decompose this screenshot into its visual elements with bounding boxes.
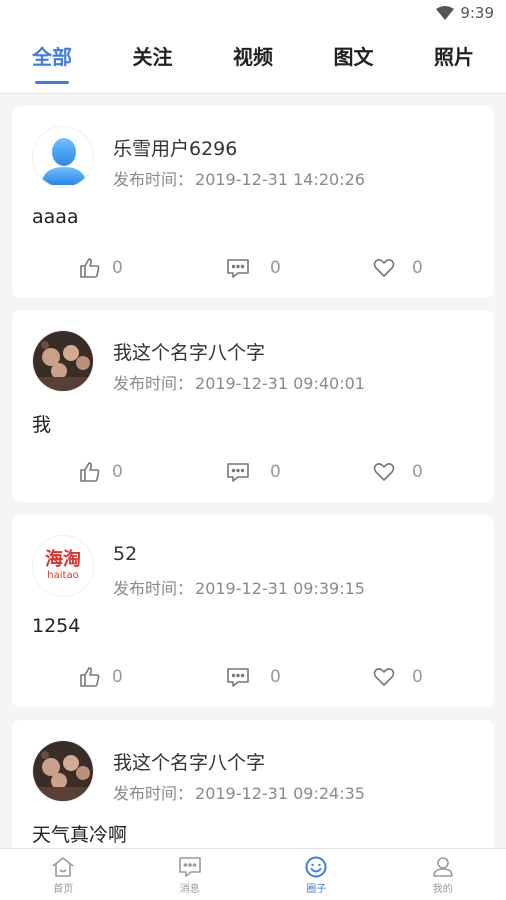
tab-bar: 全部 关注 视频 图文 照片 xyxy=(0,26,506,94)
publish-time-value: 2019-12-31 09:24:35 xyxy=(195,784,365,803)
like-button[interactable]: 0 xyxy=(78,256,123,280)
post-content[interactable]: 我 xyxy=(32,410,51,437)
like-button[interactable]: 0 xyxy=(78,460,123,484)
post-username[interactable]: 我这个名字八个字 xyxy=(113,338,265,365)
favorite-button[interactable]: 0 xyxy=(372,460,423,484)
wifi-icon xyxy=(436,6,455,20)
like-button[interactable]: 0 xyxy=(78,665,123,689)
like-count: 0 xyxy=(112,258,123,278)
nav-home[interactable]: 首页 xyxy=(0,849,127,900)
haitao-logo-avatar[interactable]: 海淘 haitao xyxy=(32,535,94,597)
publish-time-label: 发布时间： xyxy=(113,784,194,803)
post-username[interactable]: 乐雪用户6296 xyxy=(113,134,237,161)
nav-circle[interactable]: 圈子 xyxy=(253,849,380,900)
bottom-nav: 首页 消息 圈子 我的 xyxy=(0,848,506,900)
post-username[interactable]: 我这个名字八个字 xyxy=(113,748,265,775)
tab-all[interactable]: 全部 xyxy=(30,26,74,94)
nav-circle-label: 圈子 xyxy=(306,883,327,895)
nav-profile-label: 我的 xyxy=(432,883,453,895)
favorite-count: 0 xyxy=(412,258,423,278)
comment-count: 0 xyxy=(270,462,281,482)
publish-time-value: 2019-12-31 09:40:01 xyxy=(195,374,365,393)
like-count: 0 xyxy=(112,667,123,687)
nav-messages-label: 消息 xyxy=(179,883,200,895)
status-time: 9:39 xyxy=(460,4,494,22)
publish-time-value: 2019-12-31 14:20:26 xyxy=(195,170,365,189)
home-icon xyxy=(52,856,74,877)
publish-time-value: 2019-12-31 09:39:15 xyxy=(195,579,365,598)
comment-count: 0 xyxy=(270,667,281,687)
post-content[interactable]: aaaa xyxy=(32,206,79,228)
heart-icon xyxy=(373,668,395,686)
comment-icon xyxy=(227,668,249,687)
comment-button[interactable]: 0 xyxy=(226,256,281,280)
favorite-count: 0 xyxy=(412,667,423,687)
heart-icon xyxy=(373,259,395,277)
nav-profile[interactable]: 我的 xyxy=(380,849,506,900)
comment-button[interactable]: 0 xyxy=(226,665,281,689)
like-count: 0 xyxy=(112,462,123,482)
message-icon xyxy=(178,856,201,877)
tab-following[interactable]: 关注 xyxy=(131,26,175,94)
post-time: 发布时间： 2019-12-31 09:39:15 xyxy=(113,575,365,599)
tab-photo[interactable]: 照片 xyxy=(432,26,476,94)
comment-button[interactable]: 0 xyxy=(226,460,281,484)
post-feed[interactable]: 乐雪用户6296 发布时间： 2019-12-31 14:20:26 aaaa 0… xyxy=(0,94,506,848)
post-card[interactable]: 我这个名字八个字 发布时间： 2019-12-31 09:24:35 天气真冷啊 xyxy=(12,720,494,848)
default-user-avatar[interactable] xyxy=(32,126,94,188)
thumbs-up-icon xyxy=(80,667,100,687)
user-icon xyxy=(432,856,453,877)
nav-home-label: 首页 xyxy=(53,883,74,895)
post-actions: 0 0 0 xyxy=(12,256,494,296)
post-time: 发布时间： 2019-12-31 09:40:01 xyxy=(113,370,365,394)
haitao-logo-subtext: haitao xyxy=(47,570,79,581)
haitao-logo-text: 海淘 xyxy=(45,549,81,570)
comment-icon xyxy=(227,463,249,482)
post-content[interactable]: 1254 xyxy=(32,615,80,637)
post-time: 发布时间： 2019-12-31 09:24:35 xyxy=(113,780,365,804)
photo-avatar[interactable] xyxy=(32,740,94,802)
comment-count: 0 xyxy=(270,258,281,278)
tab-video[interactable]: 视频 xyxy=(231,26,275,94)
tab-image-text[interactable]: 图文 xyxy=(332,26,376,94)
circle-icon xyxy=(305,856,327,877)
favorite-button[interactable]: 0 xyxy=(372,665,423,689)
publish-time-label: 发布时间： xyxy=(113,374,194,393)
thumbs-up-icon xyxy=(80,462,100,482)
post-card[interactable]: 海淘 haitao 52 发布时间： 2019-12-31 09:39:15 12… xyxy=(12,515,494,707)
post-content[interactable]: 天气真冷啊 xyxy=(32,820,127,847)
status-bar: 9:39 xyxy=(0,0,506,26)
thumbs-up-icon xyxy=(80,258,100,278)
post-actions: 0 0 0 xyxy=(12,665,494,705)
nav-messages[interactable]: 消息 xyxy=(127,849,254,900)
favorite-button[interactable]: 0 xyxy=(372,256,423,280)
post-card[interactable]: 我这个名字八个字 发布时间： 2019-12-31 09:40:01 我 0 0 … xyxy=(12,310,494,502)
post-username[interactable]: 52 xyxy=(113,543,137,565)
photo-avatar[interactable] xyxy=(32,330,94,392)
post-actions: 0 0 0 xyxy=(12,460,494,500)
favorite-count: 0 xyxy=(412,462,423,482)
publish-time-label: 发布时间： xyxy=(113,170,194,189)
comment-icon xyxy=(227,259,249,278)
publish-time-label: 发布时间： xyxy=(113,579,194,598)
post-card[interactable]: 乐雪用户6296 发布时间： 2019-12-31 14:20:26 aaaa 0… xyxy=(12,106,494,298)
post-time: 发布时间： 2019-12-31 14:20:26 xyxy=(113,166,365,190)
heart-icon xyxy=(373,463,395,481)
